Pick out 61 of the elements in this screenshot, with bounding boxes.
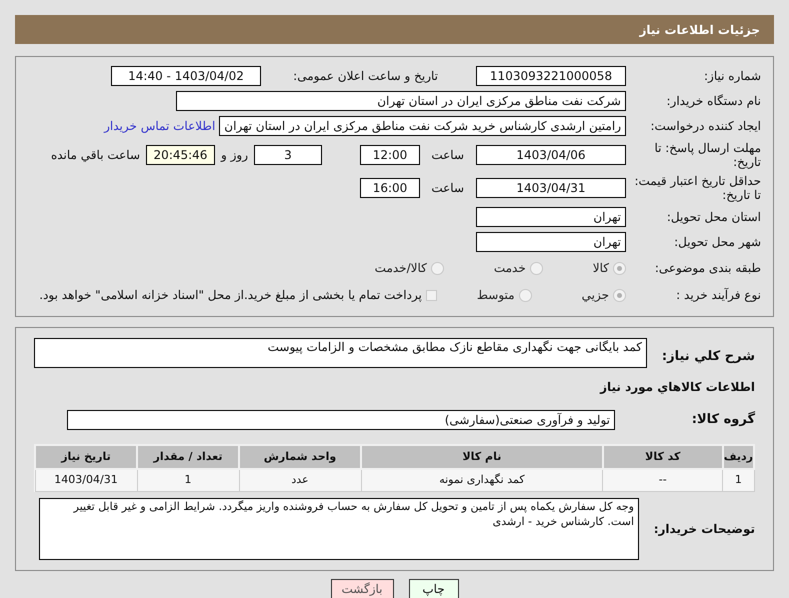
text-field[interactable]: 1403/04/31 (476, 178, 626, 198)
field-label: توضیحات خریدار: (652, 522, 755, 536)
text-field[interactable]: 1403/04/06 (476, 145, 626, 165)
table-cell: 1403/04/31 (35, 469, 137, 491)
remaining-time: 20:45:46 (146, 145, 215, 165)
page-title: جزئیات اطلاعات نیاز (639, 22, 760, 38)
text-field[interactable]: رامتین ارشدی کارشناس خرید شرکت نفت مناطق مرکزی ایران در استان تهران (219, 116, 626, 136)
table-cell: 1 (137, 469, 239, 491)
radio-button[interactable] (530, 262, 543, 274)
radio-label: خدمت (494, 260, 526, 277)
field-label: ساعت (430, 181, 465, 195)
field-label: ساعت (430, 148, 465, 162)
radio-label: متوسط (476, 287, 515, 304)
column-header: تعداد / مقدار (137, 445, 239, 469)
back-button[interactable]: بازگشت (330, 578, 394, 598)
column-header: نام کالا (361, 445, 603, 469)
field-label: استان محل تحویل: (666, 210, 761, 224)
section-heading: اطلاعات کالاهاي مورد نیاز (598, 379, 755, 396)
field-label: شرح کلي نیاز: (660, 348, 755, 364)
print-button[interactable]: چاپ (408, 578, 458, 598)
field-label: نوع فرآیند خرید : (675, 288, 761, 302)
text-field[interactable]: 16:00 (360, 178, 420, 198)
field-label: شماره نیاز: (703, 69, 761, 83)
field-label: ایجاد کننده درخواست: (649, 119, 761, 133)
table-cell: عدد (239, 469, 361, 491)
radio-label: کالا (592, 260, 609, 277)
field-label: روز و (220, 148, 249, 162)
text-field[interactable]: تهران (476, 232, 626, 252)
radio-label: کالا/خدمت (374, 260, 427, 277)
text-field[interactable]: تولید و فرآوری صنعتی(سفارشی) (67, 410, 615, 430)
field-label: شهر محل تحویل: (673, 235, 761, 249)
field-label: گروه کالا: (690, 413, 755, 427)
field-label: طبقه بندی موضوعی: (654, 261, 761, 275)
radio-button[interactable] (430, 262, 444, 274)
radio-button[interactable] (613, 288, 626, 302)
text-field[interactable]: 1103093221000058 (476, 66, 626, 86)
checkbox[interactable] (426, 290, 437, 300)
checkbox-label: پرداخت تمام یا بخشی از مبلغ خرید.از محل "اسناد خزانه اسلامی" خواهد بود. (39, 287, 422, 304)
table-cell: کمد نگهداری نمونه (361, 469, 603, 491)
description-field[interactable]: کمد بایگانی جهت نگهداری مقاطع نازک مطابق مشخصات و الزامات پیوست (34, 338, 647, 368)
field-label: تاریخ و ساعت اعلان عمومی: (292, 69, 439, 83)
notes-field[interactable]: وجه کل سفارش یکماه پس از تامین و تحویل کل سفارش به حساب فروشنده واریز میگردد. شرایط الزامی و غیر قابل تغییر است. کارشناس خرید - ارشدی (39, 498, 639, 560)
column-header: کد کالا (602, 445, 723, 469)
buyer-contact-link[interactable]: اطلاعات تماس خریدار (104, 117, 216, 135)
radio-button[interactable] (613, 262, 626, 274)
radio-button[interactable] (518, 288, 532, 302)
radio-label: جزیي (582, 287, 609, 304)
text-field[interactable]: 1403/04/02 - 14:40 (111, 66, 261, 86)
table-cell: 1 (722, 469, 754, 491)
column-header: تاریخ نیاز (35, 445, 137, 469)
text-field[interactable]: تهران (476, 207, 626, 227)
column-header: ردیف (722, 445, 754, 469)
field-label: مهلت ارسال پاسخ: تا تاریخ: (653, 141, 761, 169)
text-field[interactable]: شرکت نفت مناطق مرکزی ایران در استان تهران (176, 91, 626, 111)
text-field[interactable]: 12:00 (360, 145, 420, 165)
field-label: نام دستگاه خریدار: (666, 94, 761, 108)
field-label: حداقل تاریخ اعتبار قیمت: تا تاریخ: (633, 174, 761, 202)
column-header: واحد شمارش (239, 445, 361, 469)
table-cell: -- (602, 469, 723, 491)
field-label: ساعت باقي مانده (50, 148, 141, 162)
text-field[interactable]: 3 (254, 145, 322, 165)
